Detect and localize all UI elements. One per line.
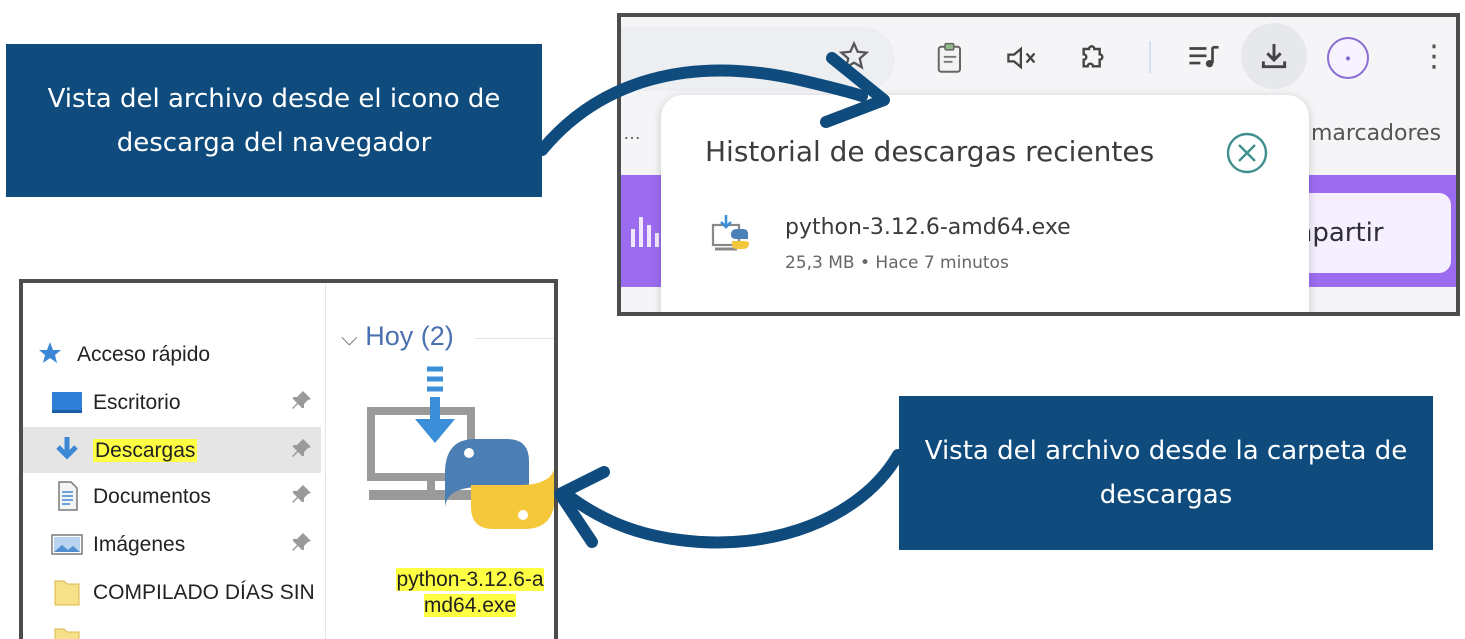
arrows-layer <box>536 52 904 549</box>
arrow-to-file-icon <box>560 449 904 549</box>
arrow-to-download-popup <box>536 64 868 156</box>
